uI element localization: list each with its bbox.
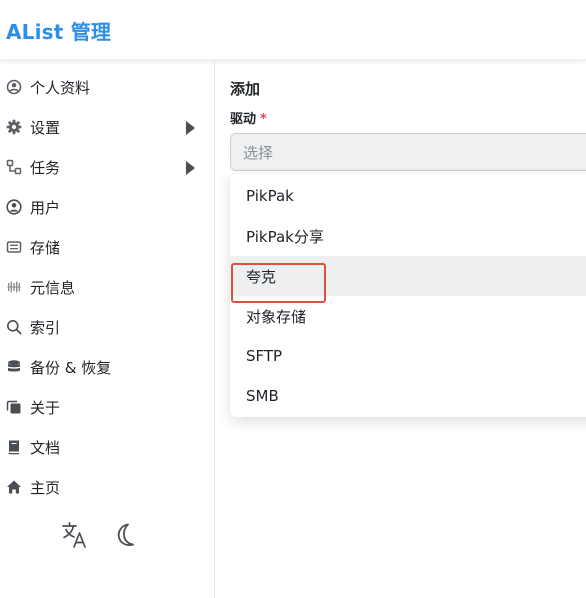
sidebar-item-tasks[interactable]: 任务	[0, 147, 214, 187]
option-label: PikPak	[246, 187, 294, 205]
driver-dropdown: PikPak PikPak分享 夸克 对象存储 SFTP SMB	[230, 174, 586, 417]
sidebar-item-label: 关于	[30, 398, 61, 417]
sidebar-item-label: 元信息	[30, 278, 76, 297]
moon-icon[interactable]	[110, 520, 140, 550]
required-mark: *	[260, 112, 267, 127]
sidebar-item-label: 文档	[30, 438, 61, 457]
sidebar-item-index[interactable]: 索引	[0, 307, 214, 347]
option-label: SFTP	[246, 347, 283, 365]
sidebar-item-label: 用户	[30, 198, 61, 217]
driver-label-text: 驱动	[230, 112, 257, 127]
app-header: AList 管理	[0, 0, 586, 60]
app-title[interactable]: AList 管理	[6, 16, 111, 45]
dropdown-option-sftp[interactable]: SFTP	[230, 336, 586, 376]
dropdown-option-smb[interactable]: SMB	[230, 376, 586, 416]
caret-right-icon	[183, 160, 197, 175]
main-content: 添加 驱动 * 选择 PikPak PikPak分享 夸克 对象存储 SFTP S…	[216, 62, 586, 598]
translate-icon[interactable]	[60, 520, 90, 550]
sidebar-item-storage[interactable]: 存储	[0, 227, 214, 267]
sidebar-item-label: 任务	[30, 158, 61, 177]
sidebar-item-settings[interactable]: 设置	[0, 107, 214, 147]
option-label: SMB	[246, 387, 279, 405]
copy-icon	[5, 398, 23, 416]
sidebar-item-label: 索引	[30, 318, 61, 337]
dropdown-option-pikpak-share[interactable]: PikPak分享	[230, 216, 586, 256]
home-icon	[5, 478, 23, 496]
gear-icon	[5, 118, 23, 136]
driver-select[interactable]: 选择	[230, 133, 586, 171]
driver-select-placeholder: 选择	[243, 143, 274, 162]
sidebar-item-home[interactable]: 主页	[0, 467, 214, 507]
sidebar-item-meta[interactable]: 元信息	[0, 267, 214, 307]
sidebar-item-profile[interactable]: 个人资料	[0, 67, 214, 107]
driver-field-label: 驱动 *	[230, 108, 267, 127]
dropdown-option-object-storage[interactable]: 对象存储	[230, 296, 586, 336]
caret-right-icon	[183, 120, 197, 135]
sidebar-item-label: 个人资料	[30, 78, 91, 97]
sidebar-item-docs[interactable]: 文档	[0, 427, 214, 467]
option-label: 对象存储	[246, 307, 307, 326]
dropdown-option-pikpak[interactable]: PikPak	[230, 176, 586, 216]
database-icon	[5, 358, 23, 376]
meta-icon	[5, 278, 23, 296]
storage-icon	[5, 238, 23, 256]
page-title: 添加	[230, 80, 261, 98]
sidebar-item-label: 备份 & 恢复	[30, 358, 112, 377]
option-label: 夸克	[246, 267, 277, 286]
sidebar-item-label: 主页	[30, 478, 61, 497]
dropdown-option-quark[interactable]: 夸克	[230, 256, 586, 296]
sidebar-item-backup-restore[interactable]: 备份 & 恢复	[0, 347, 214, 387]
search-icon	[5, 318, 23, 336]
task-tree-icon	[5, 158, 23, 176]
user-circle-icon	[5, 78, 23, 96]
sidebar-footer	[60, 520, 150, 552]
sidebar-item-label: 设置	[30, 118, 61, 137]
book-icon	[5, 438, 23, 456]
user-icon	[5, 198, 23, 216]
option-label: PikPak分享	[246, 227, 324, 246]
sidebar-item-label: 存储	[30, 238, 61, 257]
sidebar-item-users[interactable]: 用户	[0, 187, 214, 227]
sidebar-item-about[interactable]: 关于	[0, 387, 214, 427]
sidebar: 个人资料 设置 任务 用户 存储 元信息 索引 备份 & 恢复 关于 文档 主页	[0, 62, 215, 598]
